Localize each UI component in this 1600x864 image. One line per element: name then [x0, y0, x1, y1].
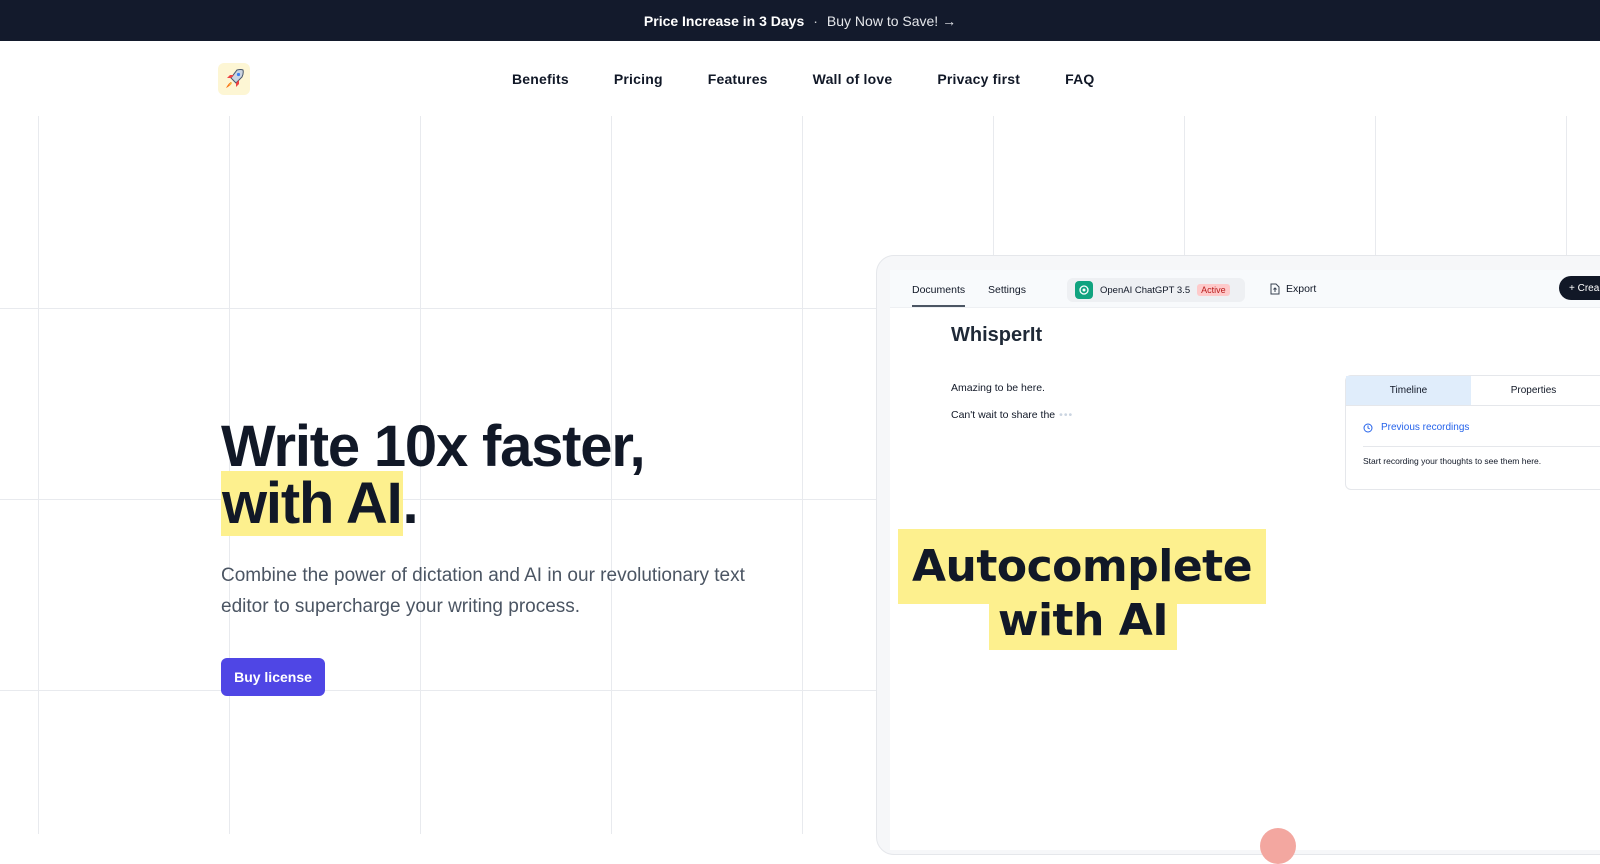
hero-title-highlight: with AI — [221, 471, 403, 536]
previous-recordings-link[interactable]: Previous recordings — [1363, 422, 1469, 433]
openai-icon — [1075, 281, 1093, 299]
nav-link-pricing[interactable]: Pricing — [614, 71, 663, 87]
record-button-partial[interactable] — [1260, 828, 1296, 864]
buy-license-button[interactable]: Buy license — [221, 658, 325, 696]
side-panel: Timeline Properties Previous recordings … — [1345, 375, 1600, 490]
hero-heading: Write 10x faster, with AI. — [221, 414, 646, 536]
nav-links: Benefits Pricing Features Wall of love P… — [512, 71, 1095, 87]
logo[interactable] — [218, 63, 250, 95]
document-line-autocomplete: Can't wait to share the ••• — [951, 409, 1073, 421]
tab-settings[interactable]: Settings — [988, 284, 1026, 296]
app-toolbar: Documents Settings OpenAI ChatGPT 3.5 Ac… — [890, 270, 1600, 308]
document-line: Amazing to be here. — [951, 382, 1045, 394]
announcement-banner[interactable]: Price Increase in 3 Days · Buy Now to Sa… — [0, 0, 1600, 41]
banner-headline: Price Increase in 3 Days — [643, 12, 805, 29]
tab-timeline[interactable]: Timeline — [1346, 376, 1471, 405]
tab-documents[interactable]: Documents — [912, 284, 966, 307]
create-button[interactable]: + Crea — [1559, 276, 1600, 300]
document-title: WhisperIt — [951, 324, 1043, 346]
panel-empty-hint: Start recording your thoughts to see the… — [1363, 456, 1542, 466]
typing-indicator: ••• — [1059, 409, 1074, 421]
autocomplete-overlay-line2: with AI — [989, 599, 1177, 650]
top-navigation: Benefits Pricing Features Wall of love P… — [0, 41, 1600, 116]
nav-link-wall-of-love[interactable]: Wall of love — [813, 71, 893, 87]
hero-subtitle: Combine the power of dictation and AI in… — [221, 565, 745, 617]
nav-link-benefits[interactable]: Benefits — [512, 71, 569, 87]
rocket-icon — [226, 69, 244, 88]
hero-title-end: . — [402, 471, 419, 536]
hero-title-line1: Write 10x faster, — [221, 414, 646, 479]
nav-link-privacy-first[interactable]: Privacy first — [937, 71, 1020, 87]
export-button[interactable]: Export — [1270, 283, 1316, 295]
previous-recordings-label: Previous recordings — [1381, 422, 1470, 433]
export-label: Export — [1286, 283, 1317, 295]
nav-link-features[interactable]: Features — [708, 71, 768, 87]
autocomplete-overlay-line1: Autocomplete — [898, 529, 1266, 604]
model-name: OpenAI ChatGPT 3.5 — [1100, 284, 1191, 296]
model-status-badge: Active — [1197, 284, 1230, 296]
panel-divider — [1363, 446, 1600, 447]
export-icon — [1270, 283, 1280, 295]
nav-link-faq[interactable]: FAQ — [1065, 71, 1094, 87]
banner-separator: · — [813, 12, 818, 29]
document-line: Can't wait to share the — [951, 409, 1056, 421]
banner-cta-link[interactable]: Buy Now to Save! → — [827, 13, 956, 29]
model-selector[interactable]: OpenAI ChatGPT 3.5 Active — [1067, 278, 1245, 302]
history-icon — [1363, 423, 1373, 432]
tab-properties[interactable]: Properties — [1471, 376, 1596, 405]
